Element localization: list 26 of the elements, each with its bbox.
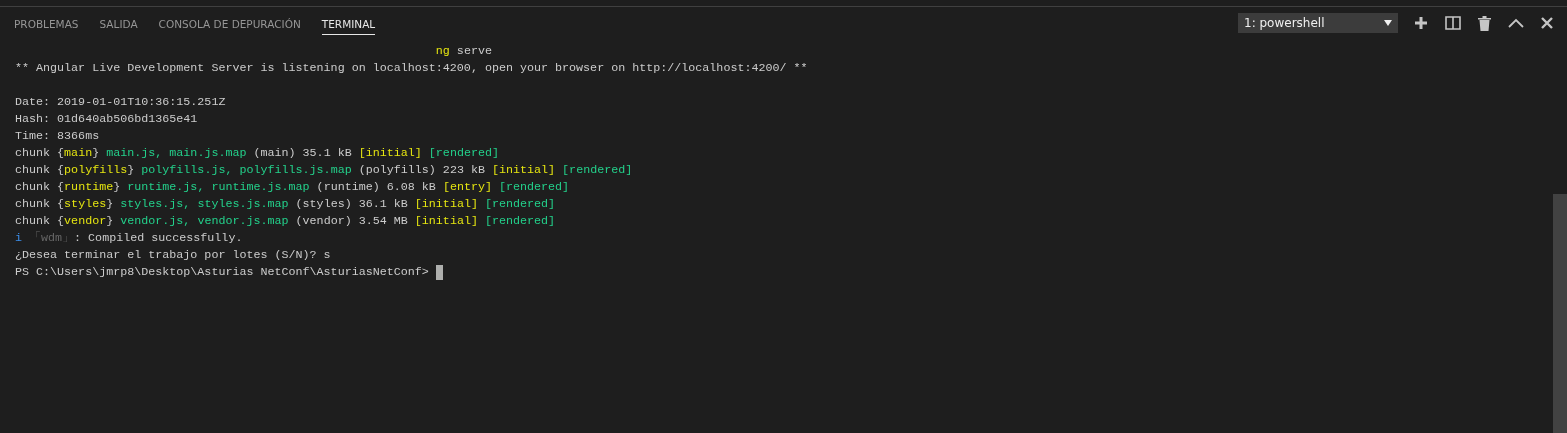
panel-tab[interactable]: PROBLEMAS	[14, 11, 79, 35]
output-line: ng serve	[434, 43, 492, 60]
output-line: chunk {main} main.js, main.js.map (main) 35.1 kB [initial] [rendered]	[15, 145, 499, 162]
output-line: ** Angular Live Development Server is listening on localhost:4200, open your browser on http://localhost:4200/ **	[15, 60, 808, 77]
output-line: Hash: 01d640ab506bd1365e41	[15, 111, 198, 128]
caret-icon	[1384, 20, 1392, 26]
split-icon[interactable]	[1443, 14, 1463, 32]
output-line: Date: 2019-01-01T10:36:15.251Z	[15, 94, 226, 111]
output-line: chunk {polyfills} polyfills.js, polyfills.js.map (polyfills) 223 kB [initial] [rendered]	[15, 162, 633, 179]
add-icon[interactable]	[1412, 14, 1430, 32]
panel-tab[interactable]: SALIDA	[99, 11, 138, 35]
output-line: chunk {vendor} vendor.js, vendor.js.map (vendor) 3.54 MB [initial] [rendered]	[15, 213, 556, 230]
panel-tab[interactable]: CONSOLA DE DEPURACIÓN	[158, 11, 301, 35]
scrollbar[interactable]	[1553, 194, 1567, 433]
chevron-up-icon[interactable]	[1506, 16, 1526, 30]
prompt-line: PS C:\Users\jmrp8\Desktop\Asturias NetConf\AsturiasNetConf>	[15, 264, 430, 281]
panel-tab[interactable]: TERMINAL	[321, 11, 376, 35]
output-line: ¿Desea terminar el trabajo por lotes (S/N)? s	[15, 247, 331, 264]
output-line: chunk {styles} styles.js, styles.js.map (styles) 36.1 kB [initial] [rendered]	[15, 196, 556, 213]
output-line: chunk {runtime} runtime.js, runtime.js.map (runtime) 6.08 kB [entry] [rendered]	[15, 179, 570, 196]
close-icon[interactable]	[1539, 15, 1555, 31]
output-line: i 「wdm」: Compiled successfully.	[15, 230, 243, 247]
terminal-dropdown[interactable]: 1: powershell	[1238, 13, 1398, 33]
cursor	[435, 265, 443, 280]
output-line: Time: 8366ms	[15, 128, 100, 145]
trash-icon[interactable]	[1476, 13, 1493, 33]
